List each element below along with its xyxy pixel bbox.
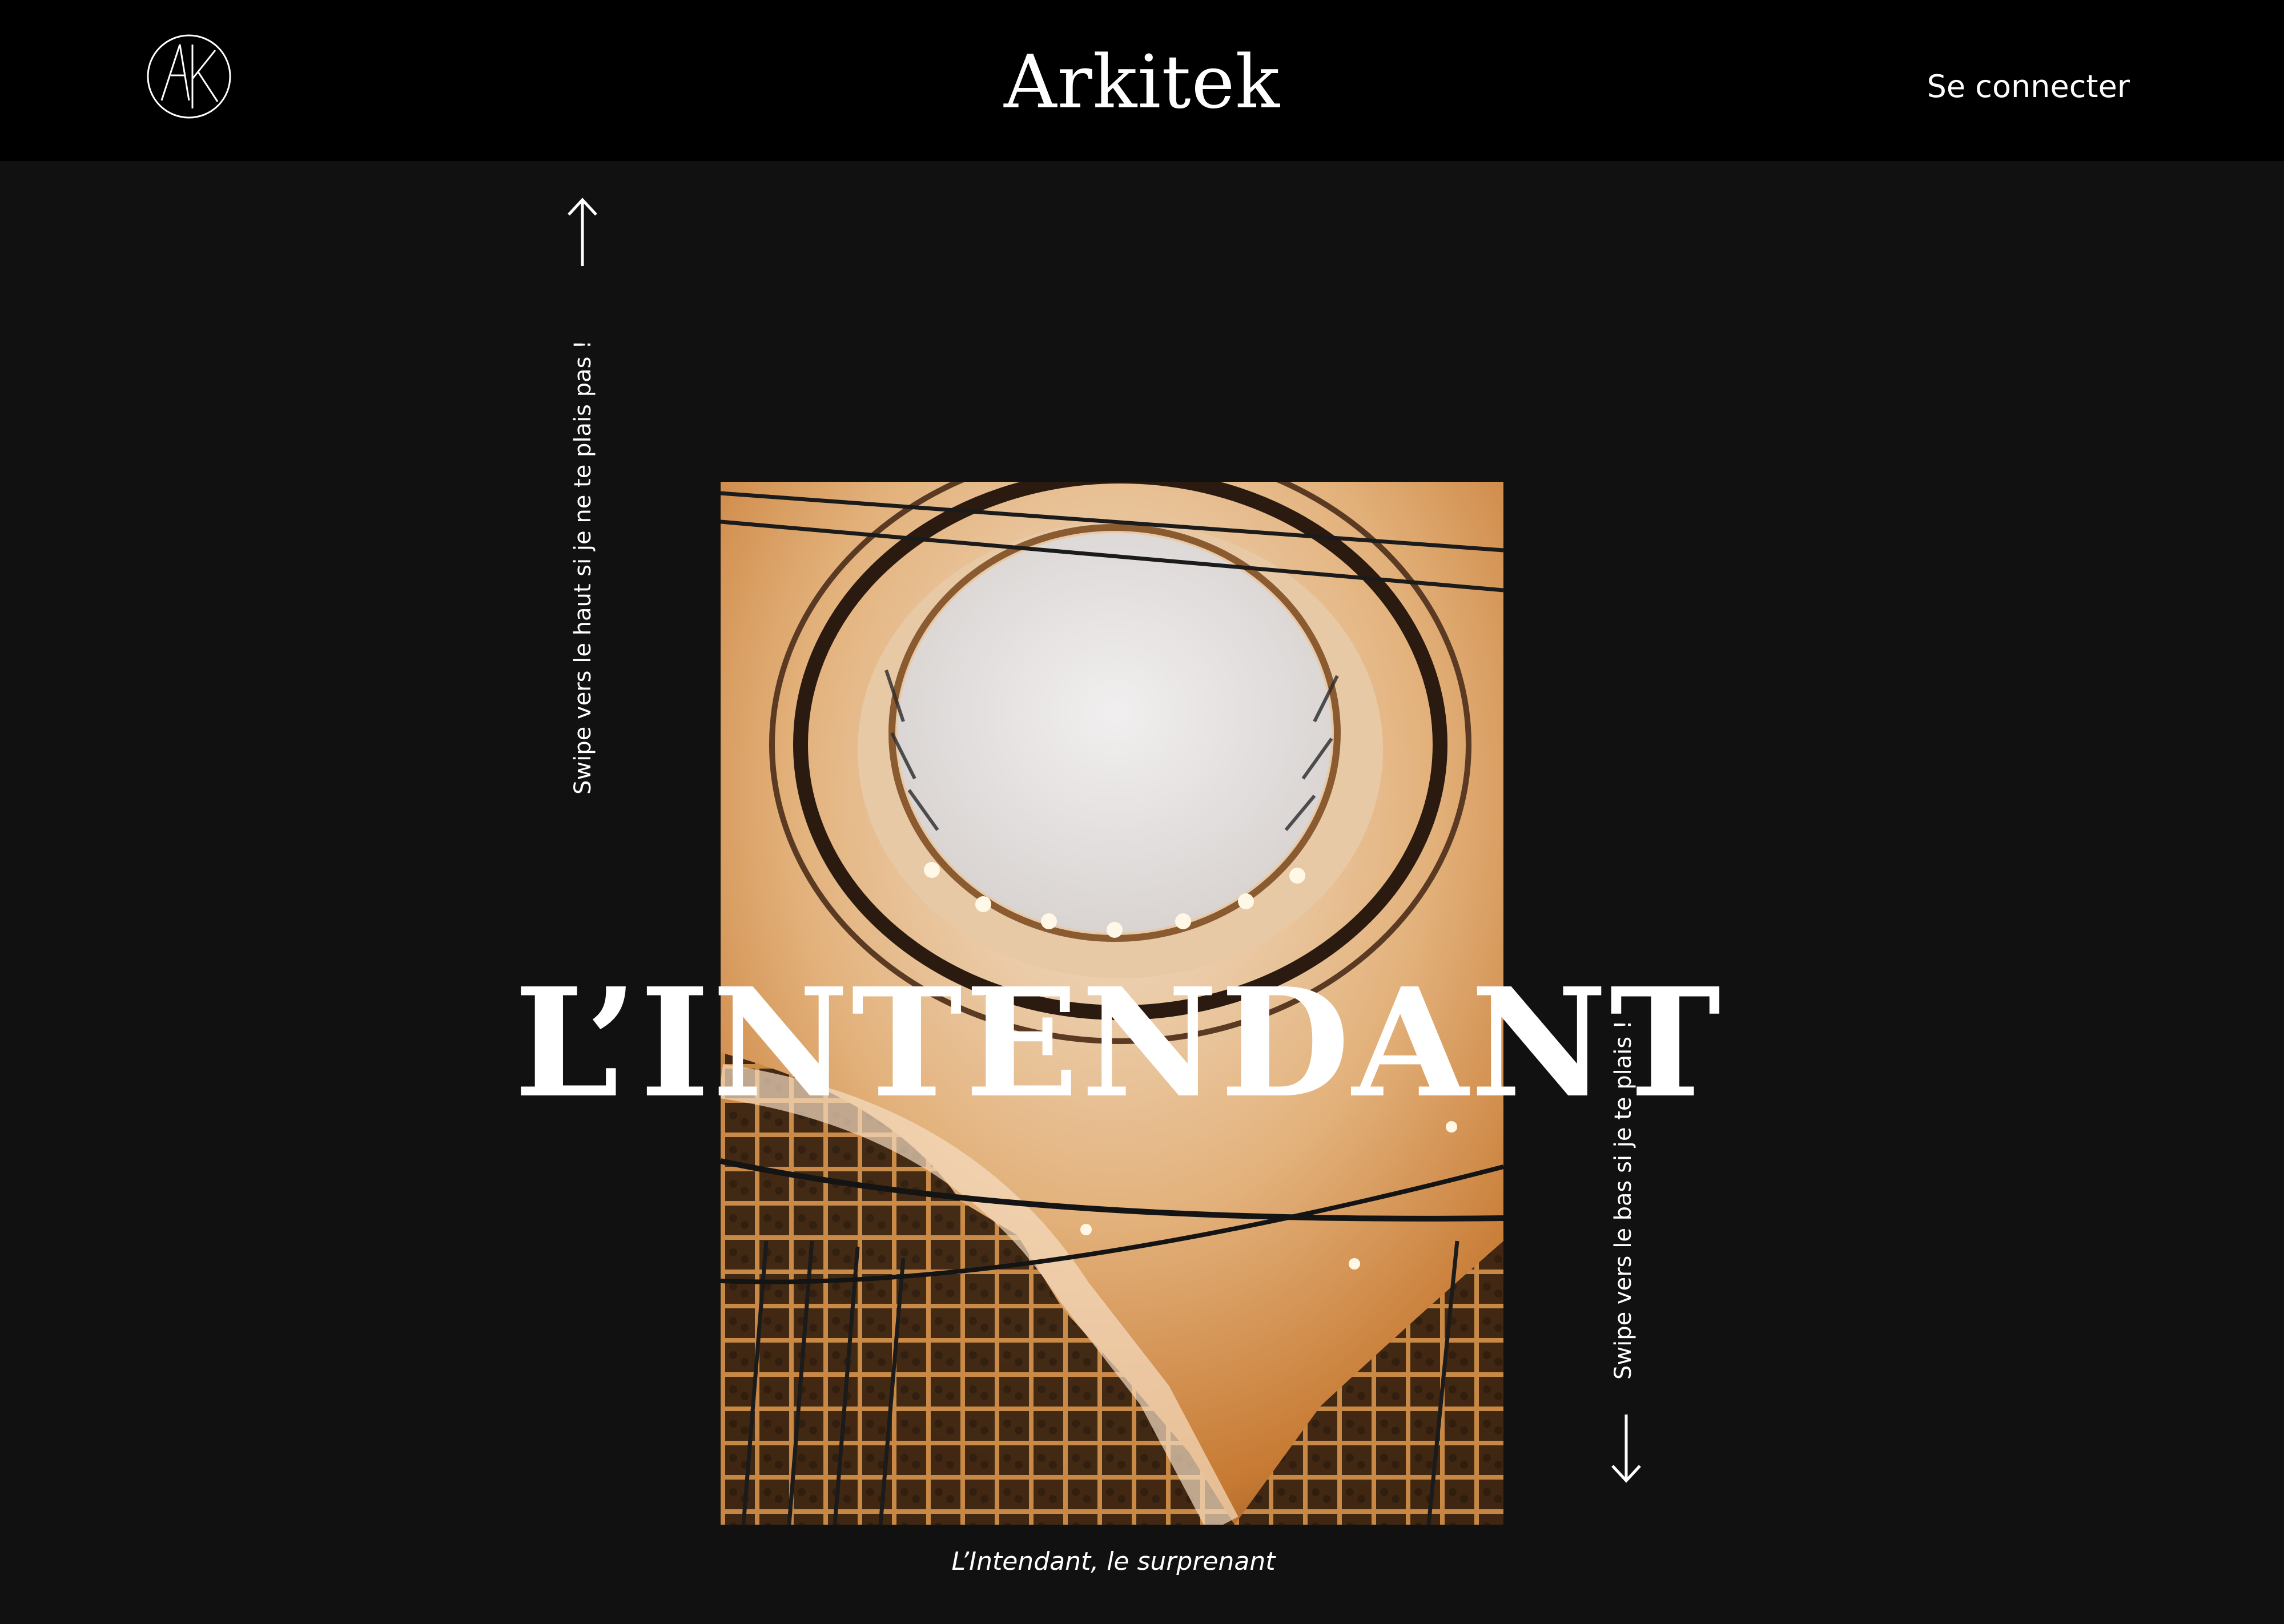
swipe-card-area: Swipe vers le haut si je ne te plais pas… <box>0 161 2284 1624</box>
swipe-down-hint: Swipe vers le bas si je te plais ! <box>1610 1020 1636 1380</box>
top-bar: Arkitek Se connecter <box>0 0 2284 161</box>
arrow-up-icon[interactable] <box>564 195 601 272</box>
ak-monogram-icon[interactable] <box>146 33 232 120</box>
project-title: L’INTENDANT <box>514 955 1723 1131</box>
brand-title[interactable]: Arkitek <box>914 34 1370 131</box>
photo-caption: L’Intendant, le surprenant <box>951 1547 1276 1576</box>
login-link[interactable]: Se connecter <box>1884 62 2130 112</box>
swipe-up-hint: Swipe vers le haut si je ne te plais pas… <box>570 340 596 795</box>
arrow-down-icon[interactable] <box>1608 1411 1644 1488</box>
